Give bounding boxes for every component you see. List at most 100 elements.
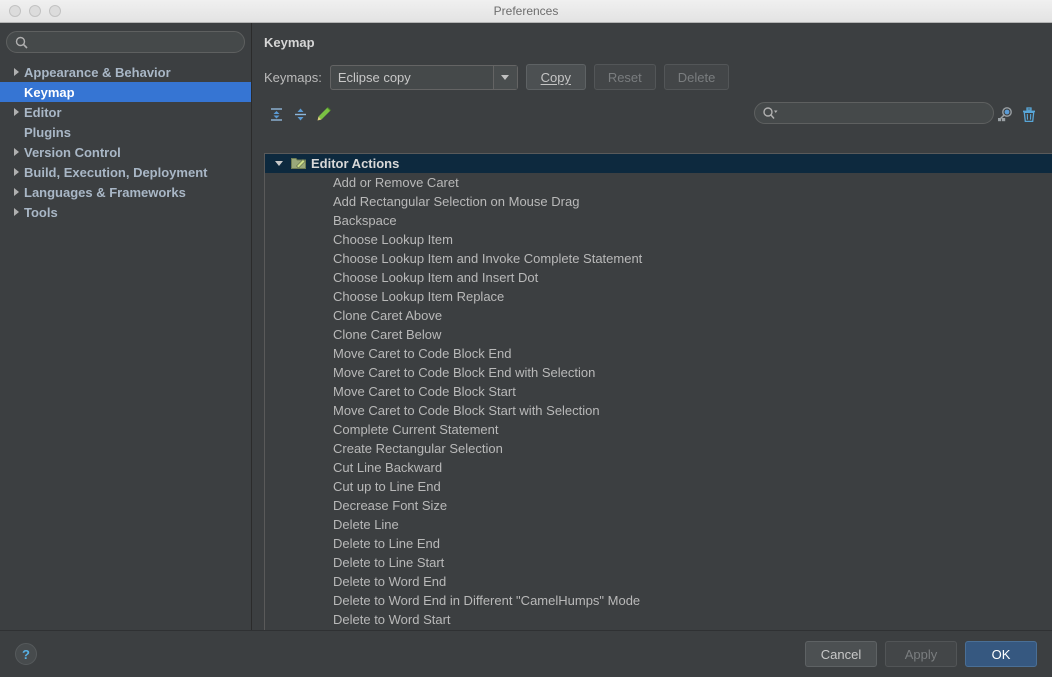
- action-row[interactable]: Backspace⌫⇧⌫: [265, 211, 1052, 230]
- action-label: Delete to Line End: [333, 536, 440, 551]
- copy-button-label: Copy: [540, 69, 571, 85]
- action-label: Choose Lookup Item and Insert Dot: [333, 270, 539, 285]
- action-row[interactable]: Complete Current Statement^⇧↵: [265, 420, 1052, 439]
- delete-button[interactable]: Delete: [663, 64, 730, 90]
- chevron-down-icon: [501, 74, 510, 80]
- sidebar-item-label: Tools: [24, 204, 58, 220]
- find-by-shortcut-button[interactable]: [994, 103, 1016, 125]
- apply-button[interactable]: Apply: [885, 641, 957, 667]
- sidebar-item-editor[interactable]: Editor: [0, 102, 251, 122]
- action-label: Clone Caret Above: [333, 308, 443, 323]
- expand-all-button[interactable]: [264, 103, 288, 125]
- action-row[interactable]: Add or Remove Caret⌥⇧Button1 Click: [265, 173, 1052, 192]
- action-row[interactable]: Delete to Line Start: [265, 553, 1052, 572]
- dialog-footer: ? Cancel Apply OK: [0, 630, 1052, 677]
- action-label: Choose Lookup Item and Invoke Complete S…: [333, 251, 643, 266]
- sidebar-item-languages-frameworks[interactable]: Languages & Frameworks: [0, 182, 251, 202]
- tree-group-row[interactable]: Editor Actions: [265, 154, 1052, 173]
- chevron-right-icon[interactable]: [8, 108, 24, 116]
- keymap-actions-list[interactable]: Editor Actions Add or Remove Caret⌥⇧Butto…: [264, 153, 1052, 643]
- collapse-all-button[interactable]: [288, 103, 312, 125]
- settings-category-tree: Appearance & Behavior Keymap Editor Plugins…: [0, 62, 251, 222]
- sidebar-item-plugins[interactable]: Plugins: [0, 122, 251, 142]
- reset-button[interactable]: Reset: [593, 64, 656, 90]
- action-row[interactable]: Delete to Word End^⌦: [265, 572, 1052, 591]
- action-label: Move Caret to Code Block Start: [333, 384, 516, 399]
- action-row[interactable]: Create Rectangular Selection⌥⇧Button2 Cl…: [265, 439, 1052, 458]
- copy-button[interactable]: Copy: [525, 64, 586, 90]
- action-label: Clone Caret Below: [333, 327, 442, 342]
- sidebar-item-label: Appearance & Behavior: [24, 64, 171, 80]
- keymap-select[interactable]: Eclipse copy: [329, 64, 518, 90]
- help-icon: ?: [22, 646, 30, 662]
- action-row[interactable]: Cut up to Line End: [265, 477, 1052, 496]
- search-icon: [763, 106, 778, 119]
- action-label: Delete to Line Start: [333, 555, 445, 570]
- action-row[interactable]: Move Caret to Code Block End with Select…: [265, 363, 1052, 382]
- search-icon: [15, 36, 28, 49]
- action-label: Move Caret to Code Block End: [333, 346, 512, 361]
- keymap-select-arrow[interactable]: [492, 65, 517, 89]
- action-row[interactable]: Clone Caret Below: [265, 325, 1052, 344]
- action-row[interactable]: Add Rectangular Selection on Mouse Drag^…: [265, 192, 1052, 211]
- find-by-shortcut-icon: [997, 106, 1012, 121]
- edit-shortcut-button[interactable]: [312, 103, 336, 125]
- action-row[interactable]: Choose Lookup Item and Invoke Complete S…: [265, 249, 1052, 268]
- action-row[interactable]: Delete Line^D: [265, 515, 1052, 534]
- action-row[interactable]: Move Caret to Code Block End^]^⇧P: [265, 344, 1052, 363]
- action-label: Choose Lookup Item Replace: [333, 289, 505, 304]
- chevron-right-icon[interactable]: [8, 68, 24, 76]
- reset-shortcuts-button[interactable]: [1018, 103, 1040, 125]
- action-label: Delete to Word End in Different "CamelHu…: [333, 593, 641, 608]
- window-titlebar: Preferences: [0, 0, 1052, 23]
- keymap-panel: Keymap Keymaps: Eclipse copy Copy Reset …: [252, 23, 1052, 643]
- sidebar-search-input[interactable]: [33, 35, 236, 49]
- chevron-right-icon[interactable]: [8, 168, 24, 176]
- keymap-actions-rows: Editor Actions Add or Remove Caret⌥⇧Butto…: [265, 154, 1052, 642]
- action-label: Add Rectangular Selection on Mouse Drag: [333, 194, 580, 209]
- action-row[interactable]: Move Caret to Code Block Start^[: [265, 382, 1052, 401]
- action-row[interactable]: Choose Lookup Item↵: [265, 230, 1052, 249]
- action-row[interactable]: Delete to Word End in Different "CamelHu…: [265, 591, 1052, 610]
- sidebar-item-tools[interactable]: Tools: [0, 202, 251, 222]
- sidebar-item-label: Keymap: [24, 84, 75, 100]
- sidebar-item-version-control[interactable]: Version Control: [0, 142, 251, 162]
- action-row[interactable]: Decrease Font Size: [265, 496, 1052, 515]
- settings-sidebar: Appearance & Behavior Keymap Editor Plugins…: [0, 23, 252, 630]
- action-row[interactable]: Choose Lookup Item Replace→|: [265, 287, 1052, 306]
- chevron-right-icon[interactable]: [8, 188, 24, 196]
- keymap-select-value: Eclipse copy: [337, 69, 411, 85]
- help-button[interactable]: ?: [15, 643, 37, 665]
- sidebar-item-keymap[interactable]: Keymap: [0, 82, 251, 102]
- action-row[interactable]: Cut Line Backward: [265, 458, 1052, 477]
- trash-icon: [1023, 106, 1035, 122]
- tree-group-label: Editor Actions: [311, 156, 400, 171]
- dialog-actions: Cancel Apply OK: [805, 641, 1037, 667]
- action-label: Add or Remove Caret: [333, 175, 459, 190]
- chevron-right-icon[interactable]: [8, 148, 24, 156]
- action-row[interactable]: Clone Caret Above: [265, 306, 1052, 325]
- action-label: Move Caret to Code Block End with Select…: [333, 365, 596, 380]
- sidebar-item-build-execution-deployment[interactable]: Build, Execution, Deployment: [0, 162, 251, 182]
- action-label: Cut Line Backward: [333, 460, 443, 475]
- sidebar-search-box[interactable]: [6, 31, 245, 53]
- action-row[interactable]: Move Caret to Code Block Start with Sele…: [265, 401, 1052, 420]
- keymaps-label: Keymaps:: [264, 69, 322, 85]
- sidebar-item-label: Languages & Frameworks: [24, 184, 186, 200]
- action-row[interactable]: Delete to Word Start^⌫: [265, 610, 1052, 629]
- action-label: Delete to Word End: [333, 574, 447, 589]
- sidebar-item-appearance-behavior[interactable]: Appearance & Behavior: [0, 62, 251, 82]
- cancel-button[interactable]: Cancel: [805, 641, 877, 667]
- page-title: Keymap: [264, 35, 315, 50]
- shortcut-search-input[interactable]: [782, 106, 985, 120]
- ok-button[interactable]: OK: [965, 641, 1037, 667]
- keymap-toolbar: [264, 102, 1040, 126]
- chevron-right-icon[interactable]: [8, 208, 24, 216]
- main-content: Appearance & Behavior Keymap Editor Plugins…: [0, 23, 1052, 643]
- action-row[interactable]: Delete to Line End^⇧⌦: [265, 534, 1052, 553]
- action-label: Decrease Font Size: [333, 498, 448, 513]
- action-label: Backspace: [333, 213, 397, 228]
- shortcut-search-box[interactable]: [754, 102, 994, 124]
- action-row[interactable]: Choose Lookup Item and Insert Dot^.: [265, 268, 1052, 287]
- chevron-down-icon[interactable]: [271, 161, 287, 166]
